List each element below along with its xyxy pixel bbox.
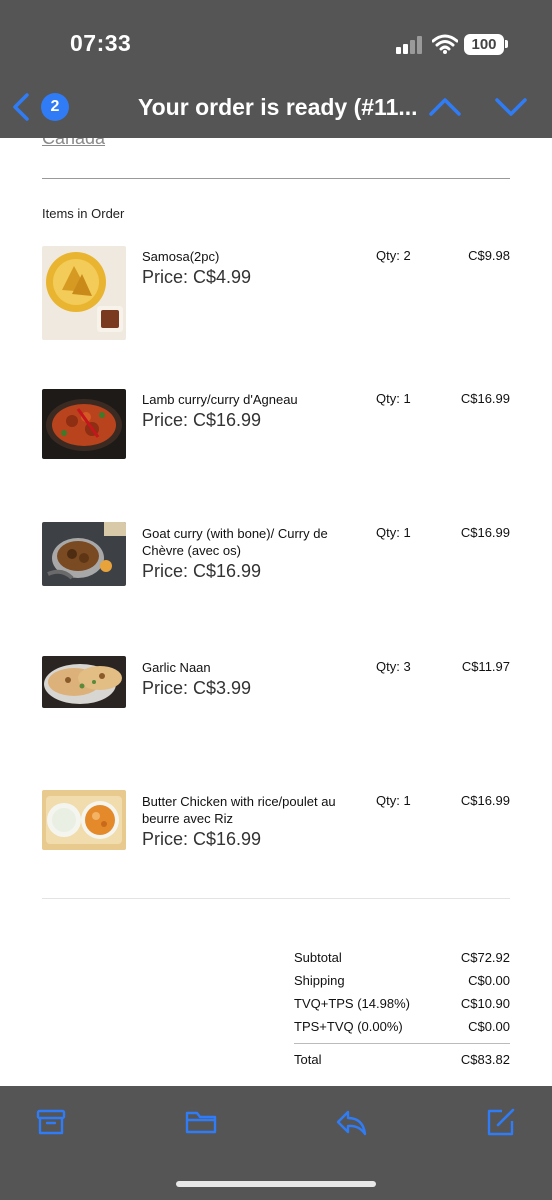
totals-label: Shipping [294,973,345,988]
signal-icon [396,36,424,54]
item-name: Butter Chicken with rice/poulet au beurr… [142,794,336,826]
grand-total-label: Total [294,1052,322,1067]
battery-icon: 100 [464,34,504,55]
item-total: C$16.99 [460,391,510,406]
totals-value: C$0.00 [468,973,510,988]
archive-icon[interactable] [35,1106,67,1138]
item-price: Price: C$3.99 [142,678,252,698]
item-price: Price: C$16.99 [142,561,262,581]
item-qty: Qty: 3 [376,659,411,674]
item-name: Garlic Naan [142,660,211,675]
item-qty: Qty: 2 [376,248,411,263]
folder-icon[interactable] [185,1106,217,1138]
chevron-left-icon[interactable] [10,92,32,122]
goat-curry-image [42,522,126,586]
order-totals: Subtotal C$72.92 Shipping C$0.00 TVQ+TPS… [294,950,510,1075]
compose-icon[interactable] [485,1106,517,1138]
item-name: Lamb curry/curry d'Agneau [142,392,298,407]
item-name: Samosa(2pc) [142,249,220,264]
item-total: C$9.98 [468,248,510,263]
garlic-naan-image [42,656,126,708]
items-section-label: Items in Order [42,206,125,221]
grand-total-value: C$83.82 [460,1052,510,1067]
totals-row: TVQ+TPS (14.98%) C$10.90 [294,996,510,1019]
status-time: 07:33 [70,30,132,56]
email-body[interactable]: Canada Items in Order Samosa(2pc) Price:… [0,138,552,1086]
totals-value: C$72.92 [460,950,510,965]
item-qty: Qty: 1 [376,793,411,808]
wifi-icon [432,34,458,54]
item-total: C$16.99 [460,525,510,540]
battery-tip [505,40,508,48]
item-price: Price: C$16.99 [142,410,262,430]
totals-value: C$10.90 [460,996,510,1011]
item-name: Goat curry (with bone)/ Curry de Chèvre … [142,526,328,558]
divider [42,898,510,899]
item-qty: Qty: 1 [376,391,411,406]
item-price: Price: C$4.99 [142,267,252,287]
totals-divider [294,1043,510,1044]
chevron-up-icon[interactable] [428,96,462,118]
lamb-curry-image [42,389,126,459]
item-total: C$11.97 [461,659,510,674]
totals-row: Subtotal C$72.92 [294,950,510,973]
grand-total-row: Total C$83.82 [294,1052,510,1075]
address-country-link[interactable]: Canada [42,138,105,149]
butter-chicken-image [42,790,126,850]
totals-label: TVQ+TPS (14.98%) [294,996,410,1011]
totals-label: TPS+TVQ (0.00%) [294,1019,403,1034]
item-qty: Qty: 1 [376,525,411,540]
reply-icon[interactable] [335,1106,367,1138]
item-total: C$16.99 [460,793,510,808]
status-bar: 07:33 100 [0,0,552,80]
samosa-image [42,246,126,340]
item-price: Price: C$16.99 [142,829,262,849]
totals-value: C$0.00 [468,1019,510,1034]
totals-row: Shipping C$0.00 [294,973,510,996]
message-subject: Your order is ready (#11... [138,94,418,120]
mail-nav-bar: 2 Your order is ready (#11... [0,80,552,138]
unread-count-badge[interactable]: 2 [41,93,69,121]
chevron-down-icon[interactable] [494,96,528,118]
totals-row: TPS+TVQ (0.00%) C$0.00 [294,1019,510,1042]
divider [42,178,510,179]
home-indicator[interactable] [176,1181,376,1187]
totals-label: Subtotal [294,950,342,965]
